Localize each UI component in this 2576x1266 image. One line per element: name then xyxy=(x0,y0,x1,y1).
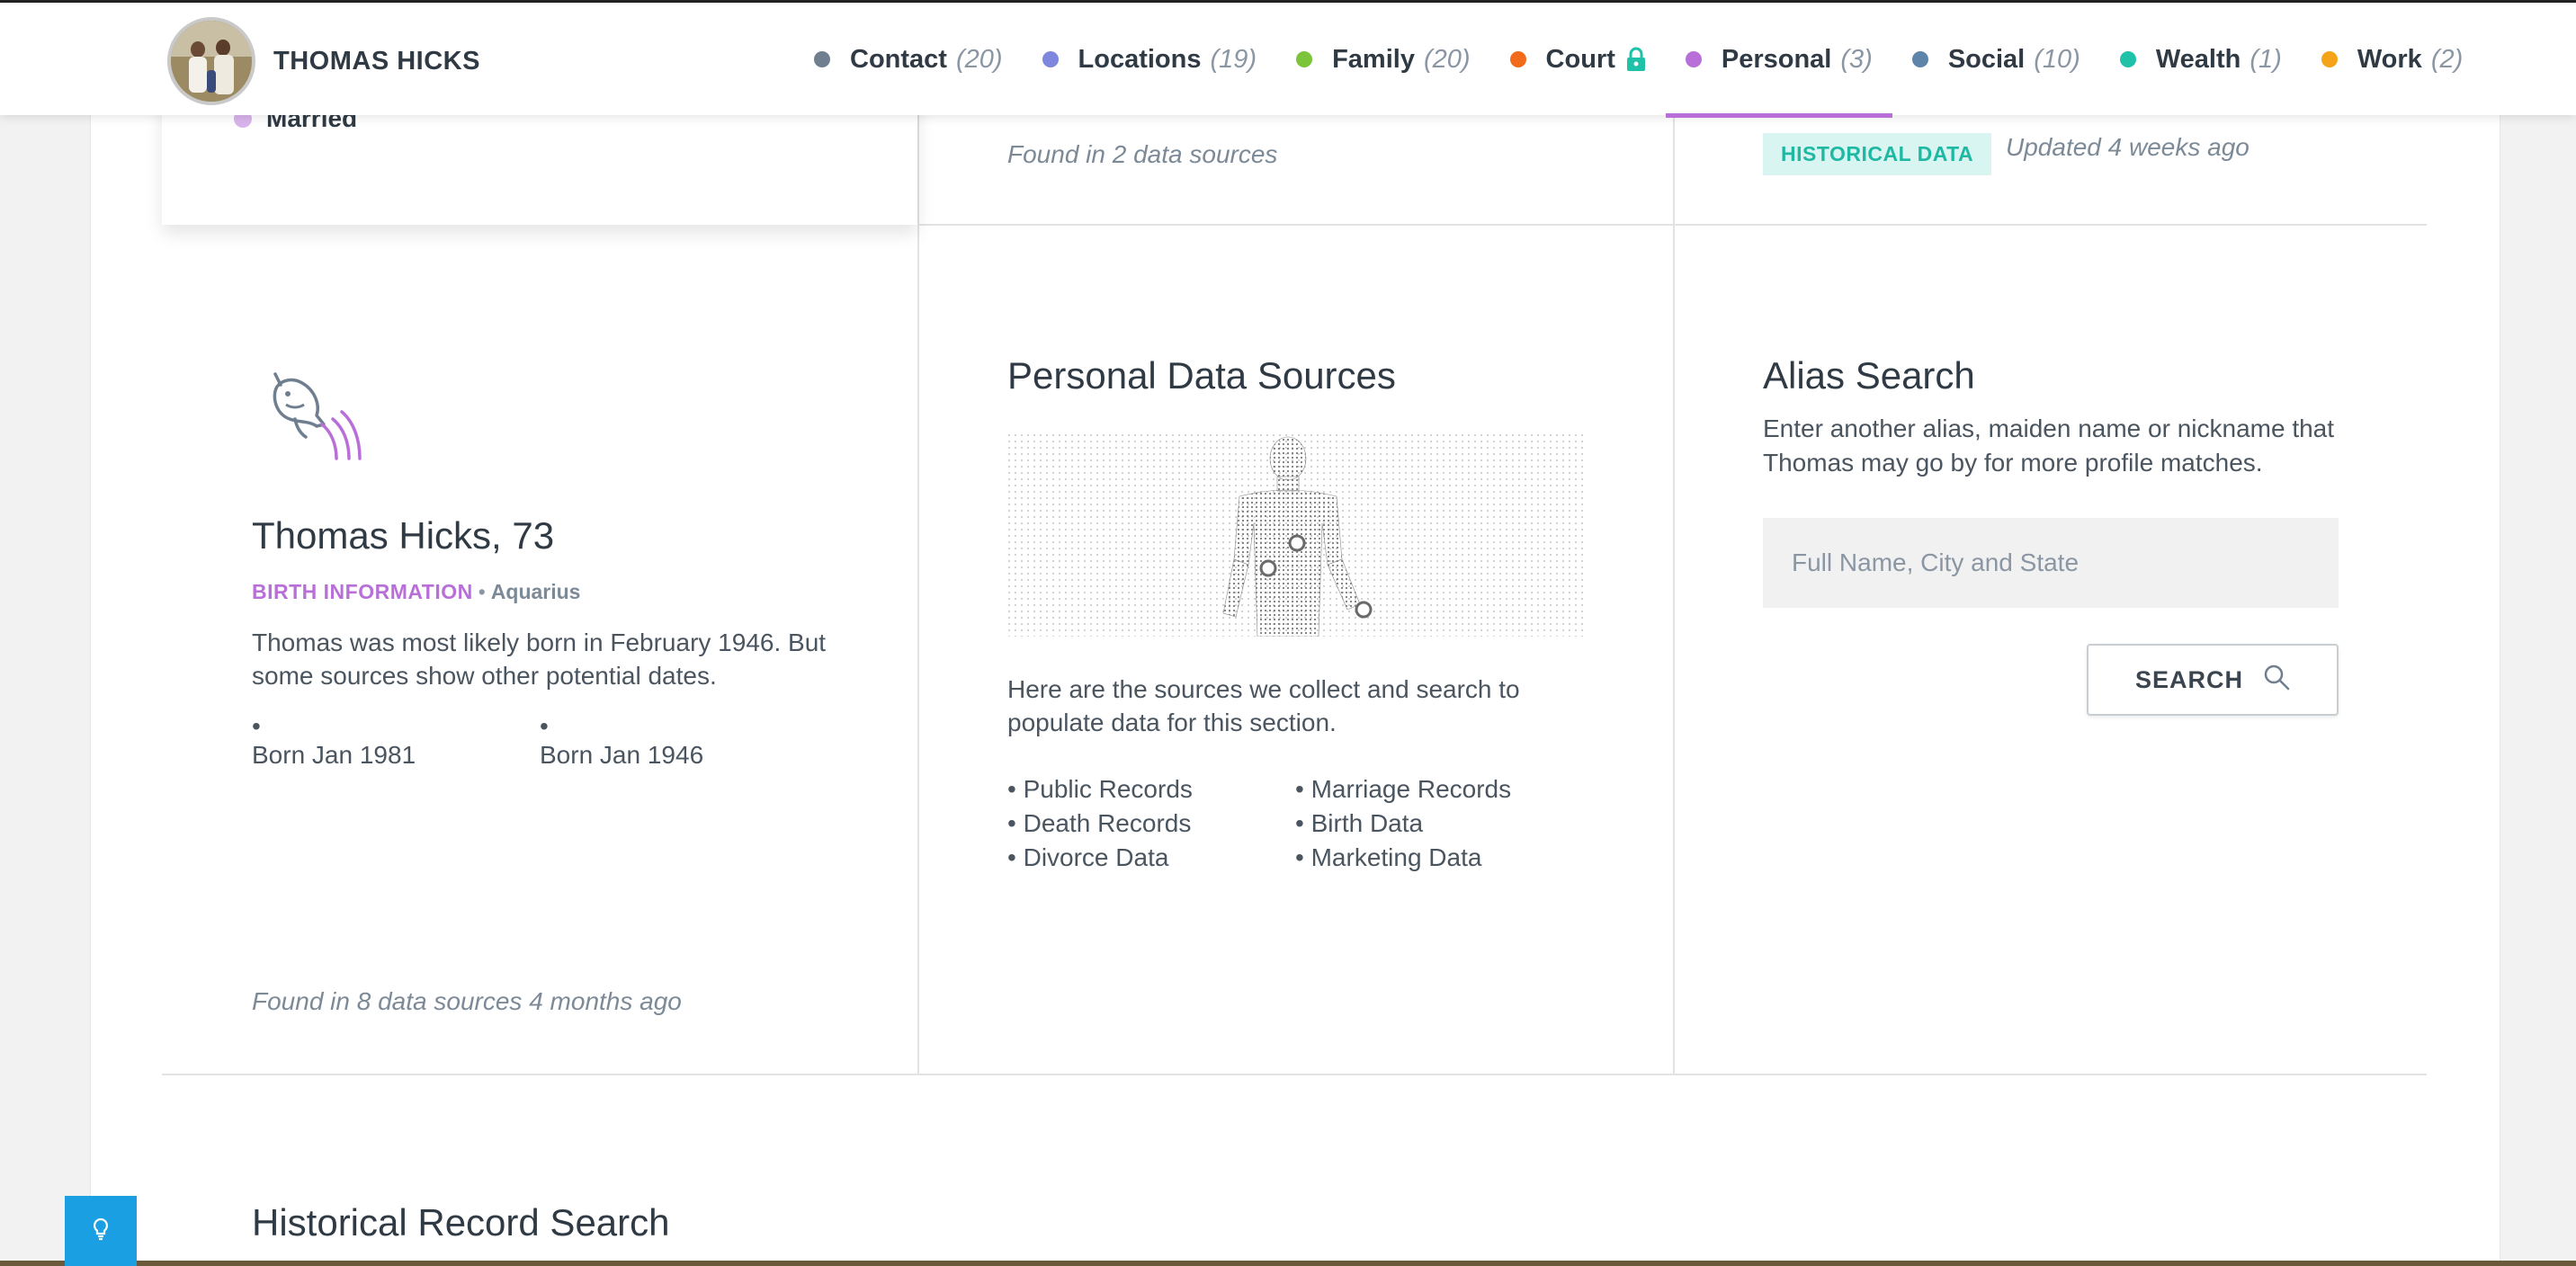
nav-personal[interactable]: Personal (3) xyxy=(1665,39,1892,118)
list-item: • Death Records xyxy=(1007,809,1192,837)
help-button[interactable] xyxy=(65,1196,137,1266)
human-figure-network-image xyxy=(1007,433,1587,637)
lock-icon xyxy=(1626,47,1646,72)
personal-data-sources-description: Here are the sources we collect and sear… xyxy=(1007,675,1520,736)
locations-dot-icon xyxy=(1042,51,1059,67)
data-sources-list: • Public Records • Marriage Records • De… xyxy=(1007,773,1583,874)
bottom-edge xyxy=(0,1261,2576,1266)
nav-family[interactable]: Family (20) xyxy=(1296,39,1471,80)
nav-locations[interactable]: Locations (19) xyxy=(1042,39,1257,80)
avatar[interactable] xyxy=(167,17,255,105)
person-name-age: Thomas Hicks, 73 xyxy=(252,514,555,557)
alias-search-title: Alias Search xyxy=(1763,354,1975,397)
aquarius-fish-icon xyxy=(268,369,362,467)
work-dot-icon xyxy=(2321,51,2338,67)
nav-wealth[interactable]: Wealth (1) xyxy=(2119,39,2282,80)
historical-data-badge: HISTORICAL DATA xyxy=(1763,133,1992,175)
updated-text: Updated 4 weeks ago xyxy=(2006,133,2250,161)
personal-data-sources-title: Personal Data Sources xyxy=(1007,354,1396,397)
historical-record-search-title: Historical Record Search xyxy=(252,1201,670,1244)
list-item: • Marriage Records xyxy=(1295,775,1512,803)
contact-dot-icon xyxy=(814,51,830,67)
sources-found-text: Found in 2 data sources xyxy=(1007,140,1278,168)
birth-sources-found-text: Found in 8 data sources 4 months ago xyxy=(252,987,682,1015)
column-divider-1 xyxy=(917,115,919,1074)
top-nav-bar: THOMAS HICKS Contact (20) Locations (19)… xyxy=(0,0,2576,118)
nav-contact[interactable]: Contact (20) xyxy=(814,39,1003,80)
alias-search-input[interactable] xyxy=(1763,518,2339,608)
profile-name: THOMAS HICKS xyxy=(273,47,480,76)
lightbulb-icon xyxy=(91,1217,111,1246)
alias-search-description: Enter another alias, maiden name or nick… xyxy=(1763,415,2335,477)
search-button[interactable]: SEARCH xyxy=(2087,644,2339,716)
list-item: • Public Records xyxy=(1007,775,1193,803)
list-item: • Marketing Data xyxy=(1295,843,1482,871)
family-dot-icon xyxy=(1296,51,1313,67)
list-item: • Born Jan 1946 xyxy=(540,712,704,769)
row-divider-top xyxy=(917,224,2427,226)
birth-info-label: BIRTH INFORMATION • Aquarius xyxy=(252,580,581,603)
nav-work[interactable]: Work (2) xyxy=(2321,39,2463,80)
list-item: • Divorce Data xyxy=(1007,843,1169,871)
list-item: • Birth Data xyxy=(1295,809,1424,837)
court-dot-icon xyxy=(1509,51,1526,67)
social-dot-icon xyxy=(1911,51,1928,67)
nav-social[interactable]: Social (10) xyxy=(1911,39,2080,80)
section-nav: Contact (20) Locations (19) Family (20) … xyxy=(814,39,2502,118)
column-divider-2 xyxy=(1673,115,1675,1074)
search-icon xyxy=(2263,664,2290,697)
birth-description: Thomas was most likely born in February … xyxy=(252,629,827,690)
birth-date-list: • Born Jan 1981 • Born Jan 1946 xyxy=(252,712,827,770)
wealth-dot-icon xyxy=(2119,51,2136,67)
nav-court[interactable]: Court xyxy=(1509,39,1646,80)
list-item: • Born Jan 1981 xyxy=(252,712,416,769)
personal-dot-icon xyxy=(1685,51,1702,67)
row-divider-bottom xyxy=(162,1074,2427,1075)
